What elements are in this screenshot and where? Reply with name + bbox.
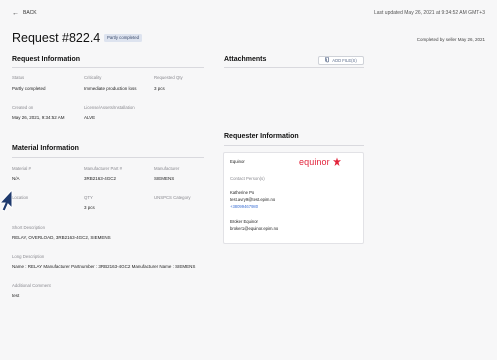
manufacturer-value: SIEMENS — [154, 176, 175, 181]
requested-qty-value: 3 pcs — [154, 86, 165, 91]
equinor-star-icon — [332, 157, 341, 166]
location-label: Location — [12, 195, 29, 200]
broker-email: broker1@equinor.epim.no — [230, 226, 279, 231]
arrow-left-icon: ← — [12, 9, 19, 17]
completed-by-text: Completed by seller May 26, 2021 — [416, 37, 485, 42]
license-value: ALVE — [84, 115, 96, 120]
material-value: N/A — [12, 176, 20, 181]
divider — [224, 145, 364, 146]
top-bar: ← BACK Last updated May 26, 2021 at 9:34… — [0, 0, 497, 28]
last-updated: Last updated May 26, 2021 at 9:34:52 AM … — [373, 10, 485, 16]
back-label: BACK — [23, 10, 37, 16]
additional-comment-value: test — [12, 293, 20, 298]
mfr-part-label: Manufacturer Part # — [84, 166, 122, 171]
request-information-heading: Request Information — [12, 56, 81, 63]
attachments-heading: Attachments — [224, 56, 267, 63]
criticality-value: Immediate production loss — [84, 86, 137, 91]
status-badge: Partly completed — [104, 34, 143, 42]
equinor-logo: equinor — [299, 157, 342, 167]
add-files-button[interactable]: ADD FILE(S) — [318, 56, 364, 65]
requester-company: Equinor — [230, 159, 245, 164]
qty-value: 3 pcs — [84, 205, 95, 210]
contact-email: test.avry9@test.epim.no — [230, 197, 276, 202]
divider — [12, 67, 204, 68]
criticality-label: Criticality — [84, 75, 102, 80]
requested-qty-label: Requested Qty — [154, 75, 183, 80]
requester-information-heading: Requester Information — [224, 133, 299, 140]
license-label: License/Assets/Installation — [84, 105, 135, 110]
short-description-label: Short Description — [12, 225, 45, 230]
status-label: Status — [12, 75, 25, 80]
additional-comment-label: Additional Comment — [12, 283, 51, 288]
status-value: Partly completed — [12, 86, 46, 91]
material-label: Material # — [12, 166, 31, 171]
unspcs-label: UNSPCS Category — [154, 195, 191, 200]
divider — [224, 67, 364, 68]
material-information-heading: Material Information — [12, 145, 79, 152]
contact-phone-link[interactable]: +38099467980 — [230, 204, 258, 209]
page-title: Request #822.4 — [12, 31, 101, 45]
mfr-part-value: 3RB2163-4GC2 — [84, 176, 117, 181]
add-files-label: ADD FILE(S) — [332, 58, 357, 63]
broker-name: Broker Equinor — [230, 219, 258, 224]
back-button[interactable]: ← BACK — [12, 9, 37, 17]
created-label: Created on — [12, 105, 34, 110]
created-value: May 26, 2021, 9:34:52 AM — [12, 115, 65, 120]
long-description-value: Name : RELAY Manufacturer Partnumber : 3… — [12, 264, 196, 269]
contact-name: Katherine Po — [230, 190, 255, 195]
short-description-value: RELAY, OVERLOAD, 3RB2163-4GC2, SIEMENS — [12, 235, 111, 240]
paperclip-icon — [325, 56, 330, 64]
long-description-label: Long Description — [12, 254, 45, 259]
manufacturer-label: Manufacturer — [154, 166, 180, 171]
mouse-cursor-icon — [0, 188, 14, 217]
contacts-label: Contact Person(s) — [230, 176, 265, 181]
divider — [12, 157, 204, 158]
qty-label: QTY — [84, 195, 93, 200]
